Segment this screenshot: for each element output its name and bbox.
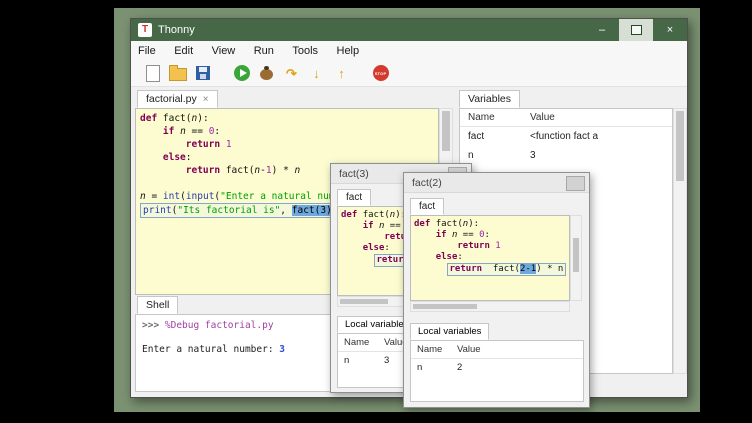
frame-horizontal-scrollbar-thumb[interactable] — [340, 299, 388, 304]
tab-fact[interactable]: fact — [410, 198, 444, 215]
run-icon — [234, 65, 250, 81]
open-folder-icon — [169, 68, 187, 81]
step-out-button[interactable]: ↑ — [330, 62, 353, 85]
tab-label: factorial.py — [146, 93, 197, 105]
menu-edit[interactable]: Edit — [167, 42, 200, 61]
variables-table-header: Name Value — [460, 109, 672, 127]
column-header-value: Value — [530, 112, 664, 123]
window-title: Thonny — [158, 19, 195, 41]
stop-label: STOP — [375, 71, 387, 76]
maximize-button[interactable] — [619, 19, 653, 41]
tab-local-variables[interactable]: Local variables — [410, 323, 489, 340]
variables-table: fact<function fact an3 — [460, 127, 672, 165]
table-row[interactable]: n3 — [460, 146, 672, 165]
step-out-icon: ↑ — [338, 67, 345, 80]
menu-run[interactable]: Run — [247, 42, 281, 61]
save-icon — [196, 66, 210, 80]
menu-file[interactable]: File — [131, 42, 163, 61]
tab-variables[interactable]: Variables — [459, 90, 520, 108]
debug-bug-icon — [260, 69, 273, 80]
tab-fact[interactable]: fact — [337, 189, 371, 206]
variables-scrollbar-thumb[interactable] — [676, 111, 684, 181]
new-file-icon — [146, 65, 160, 82]
close-button[interactable]: × — [653, 19, 687, 41]
stop-icon: STOP — [373, 65, 389, 81]
frame-title: fact(3) — [339, 168, 369, 180]
locals-table-header: Name Value — [411, 341, 583, 359]
frame-horizontal-scrollbar-thumb[interactable] — [413, 304, 477, 309]
save-button[interactable] — [191, 62, 214, 85]
variables-scrollbar — [673, 108, 687, 374]
menu-view[interactable]: View — [205, 42, 243, 61]
frame-window-fact2: fact(2) fact def fact(n): if n == 0: ret… — [403, 172, 590, 408]
step-into-icon: ↓ — [313, 67, 320, 80]
locals-table: n2 — [411, 359, 583, 376]
toolbar: ↷ ↓ ↑ STOP — [131, 60, 687, 87]
new-file-button[interactable] — [141, 62, 164, 85]
table-row[interactable]: n2 — [411, 359, 583, 376]
maximize-icon — [631, 25, 642, 35]
tab-factorial-py[interactable]: factorial.py × — [137, 90, 218, 108]
step-over-button[interactable]: ↷ — [280, 62, 303, 85]
tab-label: Local variables — [418, 326, 481, 337]
frame-title-bar[interactable]: fact(2) — [404, 173, 589, 193]
table-row[interactable]: fact<function fact a — [460, 127, 672, 146]
debug-button[interactable] — [255, 62, 278, 85]
frame-code-view[interactable]: def fact(n): if n == 0: return 1 else: r… — [410, 215, 570, 301]
open-file-button[interactable] — [166, 62, 189, 85]
tab-shell[interactable]: Shell — [137, 296, 178, 314]
frame-vertical-scrollbar — [570, 215, 582, 301]
tab-close-icon[interactable]: × — [203, 94, 209, 105]
tab-label: Shell — [146, 299, 169, 311]
tab-label: fact — [346, 192, 362, 203]
menu-help[interactable]: Help — [330, 42, 367, 61]
frame-title: fact(2) — [412, 177, 442, 189]
local-variables-panel: Name Value n2 — [410, 340, 584, 402]
tab-label: Variables — [468, 93, 511, 105]
tab-label: Local variables — [345, 319, 408, 330]
stop-button[interactable]: STOP — [369, 62, 392, 85]
column-header-name: Name — [468, 112, 530, 123]
step-over-icon: ↷ — [286, 67, 297, 80]
frame-horizontal-scrollbar — [410, 301, 570, 312]
run-button[interactable] — [230, 62, 253, 85]
step-into-button[interactable]: ↓ — [305, 62, 328, 85]
column-header-name: Name — [344, 337, 384, 348]
frame-close-button[interactable] — [566, 176, 585, 191]
app-icon: T — [138, 23, 152, 37]
minimize-button[interactable]: – — [585, 19, 619, 41]
column-header-name: Name — [417, 344, 457, 355]
frame-vertical-scrollbar-thumb[interactable] — [573, 238, 579, 272]
title-bar[interactable]: T Thonny – × — [131, 19, 687, 41]
menu-tools[interactable]: Tools — [285, 42, 325, 61]
menu-bar: File Edit View Run Tools Help — [131, 41, 687, 60]
editor-scrollbar-thumb[interactable] — [442, 111, 450, 151]
tab-label: fact — [419, 201, 435, 212]
column-header-value: Value — [457, 344, 577, 355]
